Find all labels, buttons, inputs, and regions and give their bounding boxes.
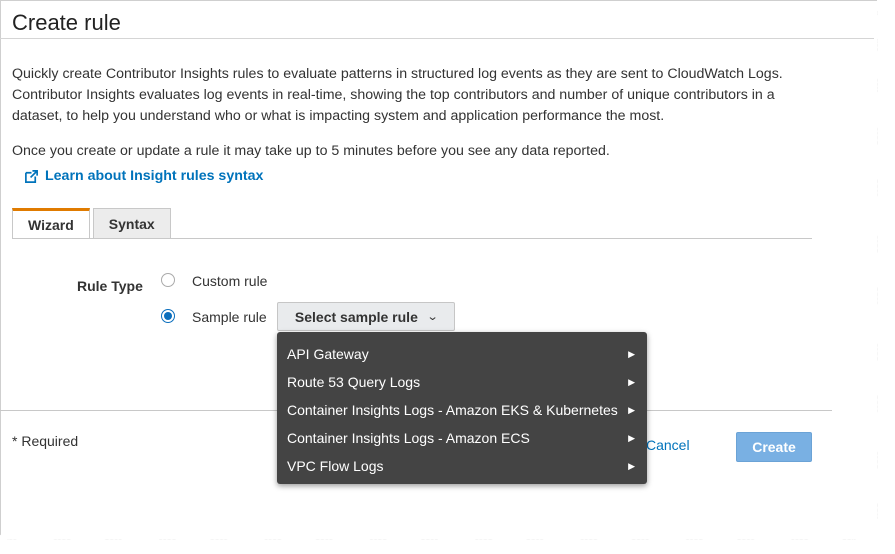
caret-right-icon: ▶ bbox=[628, 432, 635, 443]
page-frame: Create rule Quickly create Contributor I… bbox=[0, 0, 878, 540]
required-note: * Required bbox=[12, 433, 79, 449]
tab-syntax[interactable]: Syntax bbox=[92, 208, 171, 238]
menu-item-api-gateway[interactable]: API Gateway ▶ bbox=[277, 340, 647, 368]
menu-item-route53[interactable]: Route 53 Query Logs ▶ bbox=[277, 368, 647, 396]
create-button[interactable]: Create bbox=[736, 432, 812, 462]
intro-note: Once you create or update a rule it may … bbox=[12, 143, 610, 159]
intro-description: Quickly create Contributor Insights rule… bbox=[12, 66, 783, 124]
rule-type-label: Rule Type bbox=[77, 278, 143, 294]
menu-item-vpc-flow[interactable]: VPC Flow Logs ▶ bbox=[277, 452, 647, 480]
select-sample-rule-label: Select sample rule bbox=[294, 308, 418, 325]
title-divider bbox=[0, 38, 874, 39]
menu-item-label: Container Insights Logs - Amazon ECS bbox=[287, 430, 530, 446]
sample-rule-menu: API Gateway ▶ Route 53 Query Logs ▶ Cont… bbox=[277, 332, 647, 484]
external-link-icon bbox=[25, 169, 38, 183]
select-sample-rule-button[interactable]: Select sample rule ⌄ bbox=[277, 302, 455, 331]
menu-item-label: Route 53 Query Logs bbox=[287, 374, 421, 390]
caret-right-icon: ▶ bbox=[628, 348, 635, 359]
custom-rule-radio[interactable] bbox=[161, 273, 175, 287]
tab-wizard[interactable]: Wizard bbox=[12, 208, 90, 239]
chevron-down-icon: ⌄ bbox=[426, 311, 439, 323]
cancel-link[interactable]: Cancel bbox=[646, 437, 690, 453]
sample-rule-radio[interactable] bbox=[161, 309, 175, 323]
tab-divider bbox=[12, 238, 812, 239]
menu-item-label: API Gateway bbox=[287, 346, 369, 362]
menu-item-label: VPC Flow Logs bbox=[287, 458, 384, 474]
menu-item-label: Container Insights Logs - Amazon EKS & K… bbox=[287, 402, 618, 418]
menu-item-eks[interactable]: Container Insights Logs - Amazon EKS & K… bbox=[277, 396, 647, 424]
caret-right-icon: ▶ bbox=[628, 376, 635, 387]
learn-syntax-link[interactable]: Learn about Insight rules syntax bbox=[24, 168, 263, 184]
learn-syntax-label: Learn about Insight rules syntax bbox=[45, 168, 264, 184]
menu-item-ecs[interactable]: Container Insights Logs - Amazon ECS ▶ bbox=[277, 424, 647, 452]
sample-rule-label[interactable]: Sample rule bbox=[192, 309, 267, 325]
tab-bar: Wizard Syntax bbox=[12, 208, 171, 239]
custom-rule-label[interactable]: Custom rule bbox=[192, 273, 267, 289]
page-title: Create rule bbox=[12, 10, 121, 35]
caret-right-icon: ▶ bbox=[628, 404, 635, 415]
caret-right-icon: ▶ bbox=[628, 460, 635, 471]
